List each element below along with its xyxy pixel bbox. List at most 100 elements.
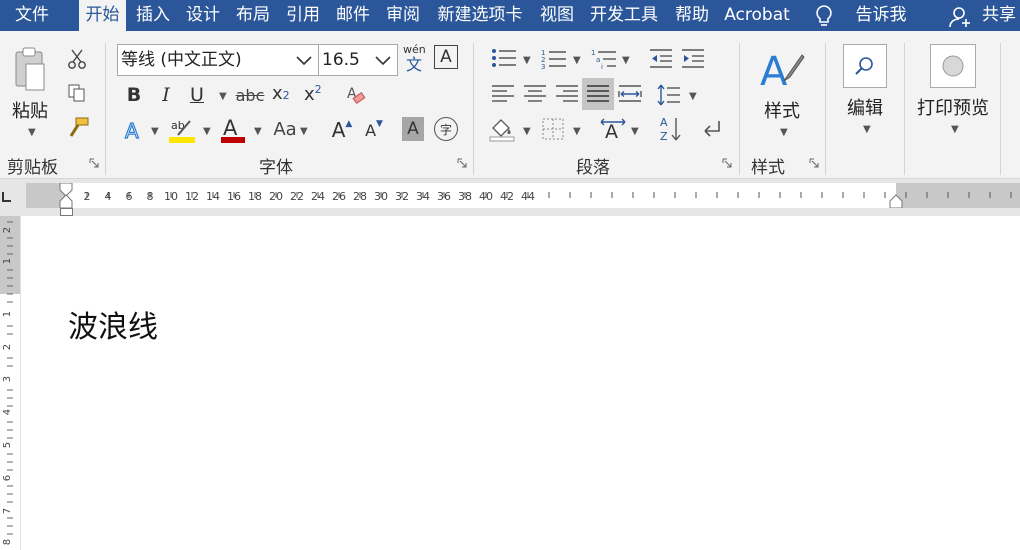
- copy-icon[interactable]: [66, 82, 88, 104]
- tab-design[interactable]: 设计: [180, 0, 226, 31]
- shrink-font-button[interactable]: A ▼: [362, 117, 386, 143]
- highlight-dropdown-icon[interactable]: ▼: [203, 126, 211, 137]
- ruler-label: 26: [332, 190, 346, 203]
- character-shading-button[interactable]: A: [402, 117, 424, 141]
- document-page[interactable]: [28, 216, 1020, 550]
- change-case-button[interactable]: Aa: [270, 117, 300, 141]
- search-icon[interactable]: [843, 44, 887, 88]
- print-preview-icon[interactable]: [930, 44, 976, 88]
- styles-dialog-launcher-icon[interactable]: [809, 158, 819, 168]
- svg-text:i: i: [601, 63, 603, 70]
- paragraph-dialog-launcher-icon[interactable]: [722, 158, 732, 168]
- format-painter-icon[interactable]: [66, 116, 90, 140]
- shading-bucket-icon[interactable]: [488, 116, 516, 142]
- horizontal-ruler[interactable]: 2 4 6 8 10 12 14 16 18 20 22 24 26 28 30 32 34 36 38 40 42 44: [26, 183, 1020, 208]
- font-name-combo[interactable]: 等线 (中文正文): [117, 44, 319, 76]
- chinese-layout-icon[interactable]: A: [598, 117, 628, 143]
- line-spacing-icon[interactable]: [656, 82, 682, 108]
- editing-button-label[interactable]: 编辑: [847, 94, 883, 120]
- underline-button[interactable]: U: [186, 83, 208, 107]
- font-dialog-launcher-icon[interactable]: [457, 158, 467, 168]
- align-center-icon[interactable]: [522, 82, 548, 106]
- left-indent-marker[interactable]: [60, 208, 73, 216]
- styles-gallery-icon[interactable]: A: [758, 45, 806, 93]
- subscript-button[interactable]: x2: [272, 83, 296, 109]
- svg-text:a: a: [596, 56, 600, 64]
- superscript-button[interactable]: x2: [304, 83, 328, 109]
- borders-icon[interactable]: [540, 117, 566, 141]
- decrease-indent-icon[interactable]: [648, 47, 674, 69]
- print-preview-dropdown-icon[interactable]: ▼: [951, 124, 959, 135]
- tab-selector-icon[interactable]: [1, 188, 13, 202]
- highlight-icon[interactable]: ab: [168, 115, 196, 145]
- show-marks-icon[interactable]: [698, 117, 724, 141]
- paste-dropdown-icon[interactable]: ▼: [28, 127, 36, 138]
- font-color-dropdown-icon[interactable]: ▼: [254, 126, 262, 137]
- editing-dropdown-icon[interactable]: ▼: [863, 124, 871, 135]
- font-color-icon[interactable]: A: [220, 115, 246, 145]
- grow-font-button[interactable]: A ▲: [330, 117, 354, 143]
- phonetic-guide-button[interactable]: wén 文: [403, 44, 426, 76]
- multilevel-list-icon[interactable]: 1ai: [590, 47, 618, 71]
- svg-text:A: A: [605, 121, 618, 142]
- cut-scissors-icon[interactable]: [66, 48, 88, 70]
- styles-dropdown-icon[interactable]: ▼: [780, 127, 788, 138]
- chinese-layout-dropdown-icon[interactable]: ▼: [631, 126, 639, 137]
- tab-insert[interactable]: 插入: [130, 0, 176, 31]
- ruler-label: 34: [416, 190, 430, 203]
- document-text[interactable]: 波浪线: [68, 302, 158, 346]
- tab-mailings[interactable]: 邮件: [330, 0, 376, 31]
- print-preview-label[interactable]: 打印预览: [917, 94, 989, 120]
- enclose-characters-button[interactable]: 字: [434, 117, 458, 141]
- justify-button[interactable]: [582, 78, 614, 110]
- share-button[interactable]: 共享: [978, 0, 1020, 31]
- tell-me-search[interactable]: 告诉我: [848, 0, 914, 31]
- vertical-ruler[interactable]: 2 1 1 2 3 4 5 6 7 8: [0, 216, 21, 550]
- font-size-combo[interactable]: 16.5: [318, 44, 398, 76]
- tab-layout[interactable]: 布局: [230, 0, 276, 31]
- text-effects-icon[interactable]: A: [122, 117, 146, 143]
- chevron-down-icon[interactable]: [296, 56, 312, 65]
- tab-home[interactable]: 开始: [79, 0, 126, 31]
- chevron-down-icon[interactable]: [375, 56, 391, 65]
- bold-button[interactable]: B: [124, 83, 144, 107]
- numbering-icon[interactable]: 123: [540, 47, 568, 71]
- strikethrough-button[interactable]: abc: [234, 83, 266, 107]
- tab-file[interactable]: 文件: [0, 0, 64, 31]
- change-case-dropdown-icon[interactable]: ▼: [300, 126, 308, 137]
- grow-font-arrow-icon: ▲: [345, 119, 353, 129]
- ruler-label: 38: [458, 190, 472, 203]
- italic-button[interactable]: I: [156, 83, 176, 107]
- bullets-dropdown-icon[interactable]: ▼: [523, 55, 531, 66]
- styles-button-label[interactable]: 样式: [764, 97, 800, 123]
- tab-help[interactable]: 帮助: [667, 0, 717, 31]
- borders-dropdown-icon[interactable]: ▼: [573, 126, 581, 137]
- character-border-button[interactable]: A: [434, 45, 458, 69]
- share-person-icon[interactable]: [948, 5, 974, 29]
- increase-indent-icon[interactable]: [680, 47, 706, 69]
- text-effects-dropdown-icon[interactable]: ▼: [151, 126, 159, 137]
- multilevel-list-dropdown-icon[interactable]: ▼: [622, 55, 630, 66]
- tab-view[interactable]: 视图: [533, 0, 581, 31]
- sort-icon[interactable]: AZ: [658, 115, 684, 143]
- clipboard-dialog-launcher-icon[interactable]: [89, 158, 99, 168]
- distributed-icon[interactable]: [617, 82, 643, 106]
- paste-clipboard-icon[interactable]: [10, 45, 50, 95]
- tab-new-tab[interactable]: 新建选项卡: [430, 0, 530, 31]
- tab-review[interactable]: 审阅: [380, 0, 426, 31]
- underline-dropdown-icon[interactable]: ▼: [219, 91, 227, 102]
- tab-acrobat[interactable]: Acrobat: [719, 0, 795, 31]
- line-spacing-dropdown-icon[interactable]: ▼: [689, 91, 697, 102]
- numbering-dropdown-icon[interactable]: ▼: [573, 55, 581, 66]
- bullets-icon[interactable]: [490, 47, 518, 69]
- lightbulb-icon[interactable]: [812, 3, 836, 29]
- align-right-icon[interactable]: [554, 82, 580, 106]
- ruler-label: 40: [479, 190, 493, 203]
- ruler-label: 2: [84, 190, 91, 203]
- shading-dropdown-icon[interactable]: ▼: [523, 126, 531, 137]
- tab-developer[interactable]: 开发工具: [584, 0, 664, 31]
- tab-references[interactable]: 引用: [280, 0, 326, 31]
- align-left-icon[interactable]: [490, 82, 516, 106]
- clear-formatting-icon[interactable]: A: [344, 83, 368, 107]
- paste-label[interactable]: 粘贴: [12, 97, 48, 123]
